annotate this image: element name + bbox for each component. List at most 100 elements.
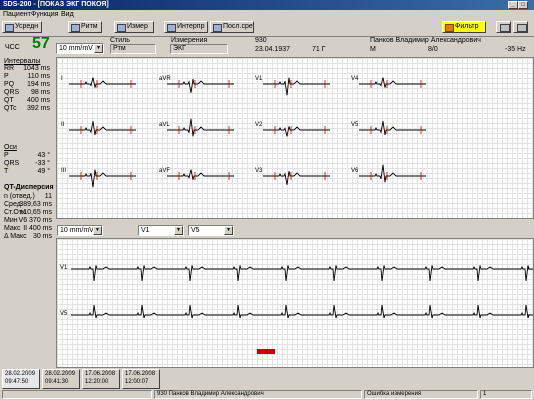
row-name: QTc xyxy=(4,105,17,112)
style-label: Стиль xyxy=(110,37,130,44)
row-name: T xyxy=(4,168,9,175)
row-value: 400 ms xyxy=(27,97,50,104)
intervals-row: PQ 194 ms xyxy=(4,81,50,89)
tab-time: 12:20:00 xyxy=(85,379,109,385)
interpret-button[interactable]: Интерпр xyxy=(164,21,208,33)
status-page: 1 xyxy=(480,390,532,399)
last-average-button[interactable]: Посл.сре xyxy=(210,21,254,33)
amplitude-select[interactable]: 10 mm/mV ▼ xyxy=(56,43,104,54)
lead-label: I xyxy=(61,76,63,82)
recording-tab[interactable]: 17.06.2008 12:20:00 xyxy=(82,369,120,389)
average-button[interactable]: Усредн xyxy=(2,21,42,33)
status-message: Ошибка измерения xyxy=(364,390,478,399)
rhythm-lead1-select[interactable]: V1 ▼ xyxy=(138,225,184,236)
patient-age: 71 Г xyxy=(312,46,326,53)
style-value: Ртм xyxy=(113,45,126,52)
chevron-down-icon: ▼ xyxy=(224,226,233,235)
measurement-label: Измерения xyxy=(171,37,208,44)
lead-label: V4 xyxy=(351,76,359,82)
intervals-title: Интервалы xyxy=(4,58,41,65)
print-button[interactable] xyxy=(496,21,511,33)
rhythm-lead2-select[interactable]: V5 ▼ xyxy=(188,225,234,236)
tab-time: 12:00:07 xyxy=(125,379,149,385)
qt-dispersion-row: Макс II 400 ms xyxy=(4,225,52,233)
qt-dispersion-row: Ст.Отк. ±10,65 ms xyxy=(4,209,52,217)
tab-date: 28.02.2009 xyxy=(5,371,36,377)
printer-icon xyxy=(500,24,510,32)
recording-tab[interactable]: 17.06.2008 12:00:07 xyxy=(122,369,160,389)
qt-dispersion-row: Δ Макс 30 ms xyxy=(4,233,52,241)
row-value: 30 ms xyxy=(32,233,52,240)
recording-tab[interactable]: 28.02.2009 09:47:50 xyxy=(2,369,40,389)
lead-label: aVL xyxy=(159,122,170,128)
row-value: -33 ° xyxy=(35,160,50,167)
menu-patient[interactable]: Пациент xyxy=(3,11,31,18)
minimize-button[interactable]: _ xyxy=(508,1,518,9)
last-average-label: Посл.сре xyxy=(223,23,253,30)
last-average-icon xyxy=(213,24,222,32)
maximize-button[interactable]: □ xyxy=(518,1,528,9)
patient-sex: М xyxy=(370,46,376,53)
style-field[interactable]: Ртм xyxy=(110,44,156,54)
menu-function[interactable]: Функция xyxy=(31,11,58,18)
measurement-field[interactable]: ЭКГ xyxy=(170,44,228,54)
row-value: 194 ms xyxy=(27,81,50,88)
heart-rate-label: ЧСС xyxy=(5,44,20,51)
filter-label: Фильтр xyxy=(455,23,479,30)
row-name: Мин xyxy=(4,217,18,224)
interpret-icon xyxy=(167,24,176,32)
lead-trace xyxy=(167,78,234,93)
status-blank xyxy=(2,390,152,399)
rhythm-icon xyxy=(71,24,80,32)
tab-date: 17.06.2008 xyxy=(85,371,116,377)
twelve-lead-traces: IaVR V1 V4 II aVL V2 V5 III aVF V3 V6 xyxy=(61,76,426,188)
row-name: P xyxy=(4,152,9,159)
row-name: QRS xyxy=(4,89,20,96)
lead-label: V2 xyxy=(255,122,263,128)
row-value: 49 ° xyxy=(37,168,50,175)
measure-label: Измер xyxy=(127,23,148,30)
twelve-lead-panel[interactable]: IaVR V1 V4 II aVL V2 V5 III aVF V3 V6 xyxy=(56,57,534,219)
menu-view[interactable]: Вид xyxy=(61,11,74,18)
lead-label: aVF xyxy=(159,168,170,174)
window-title: SDS-200 - [ПОКАЗ ЭКГ ПОКОЯ] xyxy=(3,1,109,8)
qt-dispersion-row: n (отвед.) 11 xyxy=(4,193,52,201)
lead-trace xyxy=(69,121,136,136)
intervals-row: QT 400 ms xyxy=(4,97,50,105)
qt-dispersion-row: Мин V6 370 ms xyxy=(4,217,52,225)
lead-label: V6 xyxy=(351,168,359,174)
rhythm-trace-v5 xyxy=(71,304,533,319)
tab-date: 17.06.2008 xyxy=(125,371,156,377)
lead-label: V5 xyxy=(351,122,359,128)
row-value: V6 370 ms xyxy=(18,217,52,224)
recording-tab[interactable]: 28.02.2009 09:41:30 xyxy=(42,369,80,389)
ecg-average-icon xyxy=(5,24,14,32)
export-button[interactable] xyxy=(513,21,528,33)
intervals-row: RR 1043 ms xyxy=(4,65,50,73)
lead-trace xyxy=(167,169,234,180)
patient-name: Панков Владимир Александрович xyxy=(370,37,481,44)
filter-button[interactable]: Фильтр xyxy=(442,21,486,33)
lead-trace xyxy=(263,126,330,137)
status-bar: 930 Панков Владимир Александрович Ошибка… xyxy=(0,389,534,400)
axes-row: P 43 ° xyxy=(4,152,50,160)
rhythm-strip-panel[interactable]: V1 V5 xyxy=(56,238,534,368)
lead-trace xyxy=(263,77,330,96)
rhythm-lead2-value: V5 xyxy=(191,227,200,234)
heart-rate-value: 57 xyxy=(32,35,50,52)
export-icon xyxy=(517,24,527,32)
axes-row: T 49 ° xyxy=(4,168,50,176)
row-name: QRS xyxy=(4,160,20,167)
row-name: Δ Макс xyxy=(4,233,27,240)
chevron-down-icon: ▼ xyxy=(93,226,102,235)
birth-date: 23.04.1937 xyxy=(255,46,291,53)
tab-time: 09:41:30 xyxy=(45,379,69,385)
lead-label: III xyxy=(61,168,66,174)
ratio-value: 8/0 xyxy=(428,46,438,53)
rhythm-traces xyxy=(71,265,533,319)
measure-button[interactable]: Измер xyxy=(114,21,154,33)
row-value: ±10,65 ms xyxy=(19,209,52,216)
tab-date: 28.02.2009 xyxy=(45,371,76,377)
rhythm-button[interactable]: Ритм xyxy=(68,21,102,33)
rhythm-amplitude-select[interactable]: 10 mm/mV ▼ xyxy=(57,225,103,236)
